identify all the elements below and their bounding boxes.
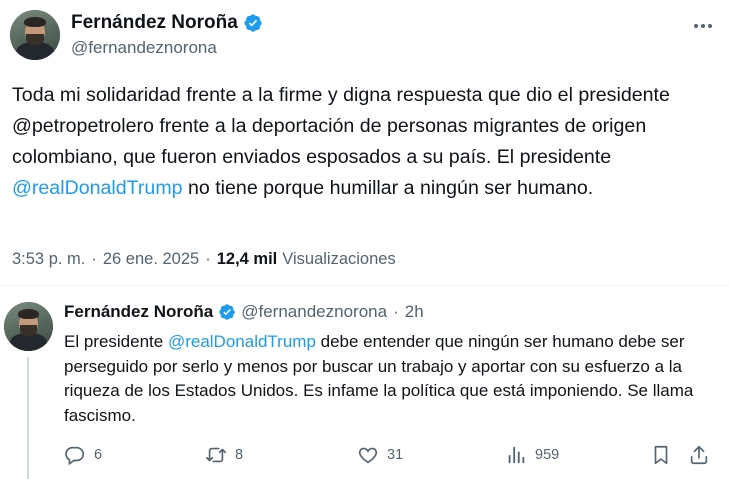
reply-author-avatar[interactable]	[4, 302, 53, 351]
tweet-header: Fernández Noroña @fernandeznorona	[10, 10, 719, 62]
reply-text-part: El presidente	[64, 332, 168, 351]
mention-link[interactable]: @realDonaldTrump	[168, 332, 316, 351]
reply-header: Fernández Noroña @fernandeznorona · 2h	[64, 302, 424, 322]
views-count: 959	[535, 447, 560, 463]
reply-time[interactable]: 2h	[405, 302, 424, 322]
meta-separator: ·	[91, 250, 97, 268]
verified-badge-icon	[244, 14, 262, 32]
meta-separator: ·	[205, 250, 211, 268]
share-icon	[690, 445, 708, 465]
views-count: 12,4 mil	[216, 250, 278, 268]
like-count: 31	[387, 447, 404, 463]
reply-author-handle[interactable]: @fernandeznorona	[241, 302, 387, 322]
tweet-time[interactable]: 3:53 p. m.	[12, 250, 85, 269]
reply-actions: 6 8 31 959	[64, 444, 719, 472]
author-name[interactable]: Fernández Noroña	[71, 12, 238, 34]
tweet-text-part: Toda mi solidaridad frente a la firme y …	[12, 84, 670, 168]
reply-button[interactable]: 6	[64, 444, 102, 466]
author-avatar[interactable]	[10, 10, 60, 60]
reply-text: El presidente @realDonaldTrump debe ente…	[64, 330, 719, 428]
retweet-button[interactable]: 8	[205, 444, 243, 466]
share-button[interactable]	[688, 444, 710, 466]
bookmark-button[interactable]	[650, 444, 672, 466]
tweet-meta: 3:53 p. m. · 26 ene. 2025 · 12,4 mil Vis…	[12, 250, 396, 269]
mention-link[interactable]: @realDonaldTrump	[12, 177, 183, 199]
tweet-date[interactable]: 26 ene. 2025	[103, 250, 199, 269]
tweet-text: Toda mi solidaridad frente a la firme y …	[12, 80, 712, 204]
verified-badge-icon	[219, 304, 236, 320]
divider	[0, 285, 729, 286]
reply-separator: ·	[393, 302, 399, 321]
heart-icon	[358, 447, 378, 464]
reply-author-name[interactable]: Fernández Noroña	[64, 302, 213, 322]
bookmark-icon	[654, 445, 668, 465]
views-label: Visualizaciones	[282, 250, 396, 268]
reply-count: 6	[94, 447, 103, 463]
more-options-icon[interactable]	[691, 14, 715, 38]
tweet-text-part: no tiene porque humillar a ningún ser hu…	[182, 177, 594, 199]
author-handle[interactable]: @fernandeznorona	[71, 38, 217, 58]
comment-icon	[65, 446, 85, 466]
retweet-icon	[206, 447, 226, 463]
views-button[interactable]: 959	[505, 444, 559, 466]
like-button[interactable]: 31	[357, 444, 403, 466]
analytics-icon	[508, 446, 525, 464]
retweet-count: 8	[235, 447, 244, 463]
thread-line	[27, 357, 29, 479]
